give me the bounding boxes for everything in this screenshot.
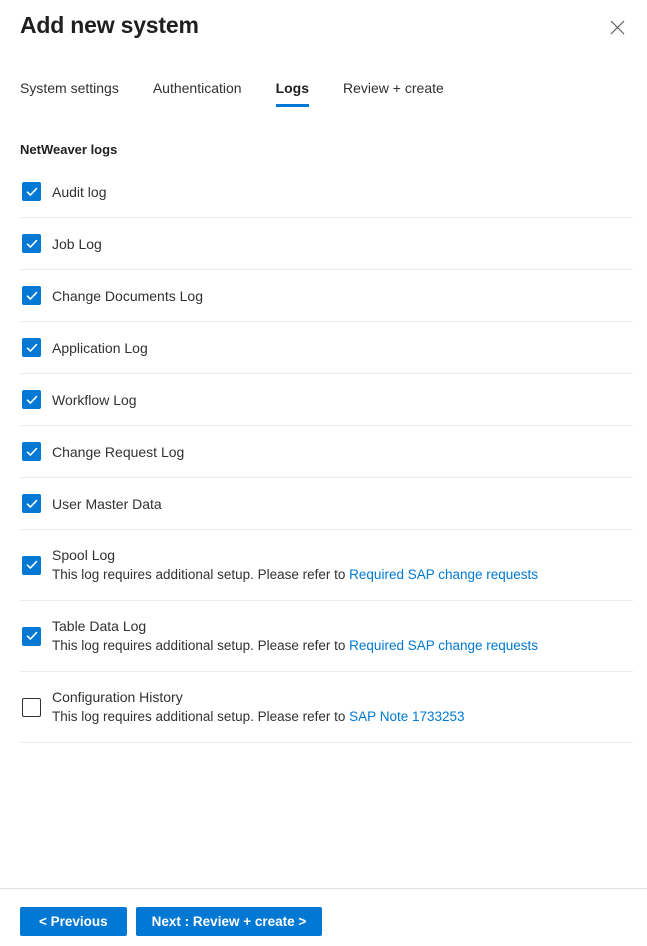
log-link-required-sap-change-requests[interactable]: Required SAP change requests xyxy=(349,567,538,582)
log-description: This log requires additional setup. Plea… xyxy=(52,707,465,727)
check-icon xyxy=(26,239,37,248)
panel-header: Add new system xyxy=(0,0,647,62)
netweaver-logs-list: Audit log Job Log Change Documents Log A… xyxy=(20,166,633,743)
checkbox-workflow-log[interactable] xyxy=(22,390,41,409)
check-icon xyxy=(26,291,37,300)
checkbox-audit-log[interactable] xyxy=(22,182,41,201)
log-row-text: Spool Log This log requires additional s… xyxy=(52,545,538,585)
page-title: Add new system xyxy=(20,12,199,38)
log-row-change-request-log[interactable]: Change Request Log xyxy=(20,426,633,478)
log-label: Workflow Log xyxy=(52,391,137,408)
check-icon xyxy=(26,187,37,196)
checkbox-configuration-history[interactable] xyxy=(22,697,41,717)
log-row-text: Change Request Log xyxy=(52,442,184,462)
log-row-workflow-log[interactable]: Workflow Log xyxy=(20,374,633,426)
log-row-spool-log[interactable]: Spool Log This log requires additional s… xyxy=(20,530,633,601)
log-row-application-log[interactable]: Application Log xyxy=(20,322,633,374)
footer-divider xyxy=(0,888,647,889)
tab-bar: System settings Authentication Logs Revi… xyxy=(20,78,444,110)
log-label: Change Documents Log xyxy=(52,287,203,304)
check-icon xyxy=(26,447,37,456)
close-icon-glyph xyxy=(610,20,624,34)
log-label: Spool Log xyxy=(52,547,116,563)
checkbox-user-master-data[interactable] xyxy=(22,494,41,513)
log-label: Change Request Log xyxy=(52,443,185,460)
tab-system-settings[interactable]: System settings xyxy=(20,78,119,110)
log-description: This log requires additional setup. Plea… xyxy=(52,636,538,656)
log-link-sap-note[interactable]: SAP Note 1733253 xyxy=(349,709,464,724)
tab-review-create[interactable]: Review + create xyxy=(343,78,444,110)
log-row-user-master-data[interactable]: User Master Data xyxy=(20,478,633,530)
log-row-job-log[interactable]: Job Log xyxy=(20,218,633,270)
log-row-configuration-history[interactable]: Configuration History This log requires … xyxy=(20,672,633,743)
log-row-text: User Master Data xyxy=(52,494,162,514)
check-icon xyxy=(26,343,37,352)
checkbox-table-data-log[interactable] xyxy=(22,626,41,646)
checkbox-change-documents-log[interactable] xyxy=(22,286,41,305)
check-icon xyxy=(26,631,37,640)
log-row-text: Table Data Log This log requires additio… xyxy=(52,616,538,656)
log-row-change-documents-log[interactable]: Change Documents Log xyxy=(20,270,633,322)
tab-logs[interactable]: Logs xyxy=(275,78,310,110)
log-description-text: This log requires additional setup. Plea… xyxy=(52,709,350,724)
next-review-create-button[interactable]: Next : Review + create > xyxy=(135,907,323,936)
close-icon[interactable] xyxy=(601,11,633,43)
log-label: Table Data Log xyxy=(52,618,147,634)
check-icon xyxy=(26,560,37,569)
log-description: This log requires additional setup. Plea… xyxy=(52,565,538,585)
checkbox-spool-log[interactable] xyxy=(22,555,41,575)
log-row-audit-log[interactable]: Audit log xyxy=(20,166,633,218)
add-new-system-panel: Add new system System settings Authentic… xyxy=(0,0,647,946)
log-row-text: Change Documents Log xyxy=(52,286,203,306)
log-label: User Master Data xyxy=(52,495,162,512)
checkbox-application-log[interactable] xyxy=(22,338,41,357)
log-label: Audit log xyxy=(52,183,107,200)
log-row-text: Audit log xyxy=(52,182,106,202)
section-title-netweaver-logs: NetWeaver logs xyxy=(20,142,118,157)
log-row-text: Configuration History This log requires … xyxy=(52,687,465,727)
log-row-table-data-log[interactable]: Table Data Log This log requires additio… xyxy=(20,601,633,672)
log-link-required-sap-change-requests[interactable]: Required SAP change requests xyxy=(349,638,538,653)
log-row-text: Job Log xyxy=(52,234,102,254)
log-label: Application Log xyxy=(52,339,148,356)
log-label: Job Log xyxy=(52,235,102,252)
checkbox-change-request-log[interactable] xyxy=(22,442,41,461)
check-icon xyxy=(26,499,37,508)
previous-button[interactable]: < Previous xyxy=(20,907,127,936)
log-description-text: This log requires additional setup. Plea… xyxy=(52,638,350,653)
checkbox-job-log[interactable] xyxy=(22,234,41,253)
log-row-text: Workflow Log xyxy=(52,390,137,410)
log-row-text: Application Log xyxy=(52,338,148,358)
tab-authentication[interactable]: Authentication xyxy=(153,78,242,110)
log-label: Configuration History xyxy=(52,689,183,705)
log-description-text: This log requires additional setup. Plea… xyxy=(52,567,350,582)
check-icon xyxy=(26,395,37,404)
footer-actions: < Previous Next : Review + create > xyxy=(20,907,323,936)
